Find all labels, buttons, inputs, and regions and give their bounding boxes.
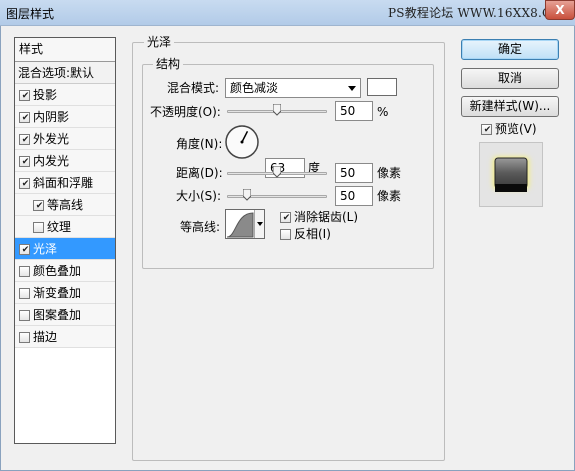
style-item-satin[interactable]: 光泽 xyxy=(15,238,115,260)
angle-input[interactable]: 63 xyxy=(265,158,305,178)
styles-header[interactable]: 样式 xyxy=(15,38,115,62)
angle-label: 角度(N): xyxy=(176,137,223,151)
opacity-slider-thumb[interactable] xyxy=(273,104,281,116)
style-item-stroke[interactable]: 描边 xyxy=(15,326,115,348)
invert-checkbox[interactable] xyxy=(280,229,291,240)
invert-label: 反相(I) xyxy=(294,227,331,241)
style-label: 渐变叠加 xyxy=(33,286,82,300)
style-item-texture[interactable]: 纹理 xyxy=(15,216,115,238)
style-item-inner-glow[interactable]: 内发光 xyxy=(15,150,115,172)
style-item-inner-shadow[interactable]: 内阴影 xyxy=(15,106,115,128)
opacity-unit: % xyxy=(377,105,389,119)
checkbox[interactable] xyxy=(19,156,31,167)
opacity-input[interactable]: 50 xyxy=(335,101,373,121)
distance-unit: 像素 xyxy=(377,166,402,180)
checkbox[interactable] xyxy=(19,134,31,145)
structure-group-title: 结构 xyxy=(153,57,184,71)
checkbox[interactable] xyxy=(33,200,45,211)
new-style-button[interactable]: 新建样式(W)... xyxy=(461,96,559,117)
checkbox[interactable] xyxy=(19,178,31,189)
style-item-gradient-overlay[interactable]: 渐变叠加 xyxy=(15,282,115,304)
style-item-color-overlay[interactable]: 颜色叠加 xyxy=(15,260,115,282)
distance-slider-thumb[interactable] xyxy=(273,166,281,178)
title-bar: 图层样式 PS教程论坛 WWW.16XX8.COM X xyxy=(0,0,575,26)
style-item-contour[interactable]: 等高线 xyxy=(15,194,115,216)
style-label: 内阴影 xyxy=(33,110,70,124)
close-button[interactable]: X xyxy=(545,0,575,20)
contour-label: 等高线: xyxy=(180,220,221,234)
checkbox[interactable] xyxy=(19,90,31,101)
checkbox[interactable] xyxy=(19,244,31,255)
checkbox[interactable] xyxy=(19,112,31,123)
window-title: 图层样式 xyxy=(6,7,55,21)
checkbox[interactable] xyxy=(19,310,30,321)
style-preview xyxy=(479,142,543,207)
blend-mode-label: 混合模式: xyxy=(167,81,220,95)
contour-curve-icon xyxy=(226,212,254,238)
anti-alias-option[interactable]: 消除锯齿(L) xyxy=(280,209,358,225)
checkbox[interactable] xyxy=(19,332,30,343)
style-item-outer-glow[interactable]: 外发光 xyxy=(15,128,115,150)
styles-list: 样式 混合选项:默认 投影 内阴影 外发光 内发光 斜面和浮雕 等高线 纹理 光… xyxy=(14,37,116,444)
size-slider-thumb[interactable] xyxy=(243,189,251,201)
size-unit: 像素 xyxy=(377,189,402,203)
style-label: 纹理 xyxy=(47,220,72,234)
angle-dial[interactable] xyxy=(224,124,260,160)
anti-alias-checkbox[interactable] xyxy=(280,212,292,223)
preview-thumbnail xyxy=(493,157,529,192)
chevron-down-icon[interactable] xyxy=(254,210,264,238)
opacity-label: 不透明度(O): xyxy=(150,105,221,119)
dialog-client: 样式 混合选项:默认 投影 内阴影 外发光 内发光 斜面和浮雕 等高线 纹理 光… xyxy=(0,26,575,471)
style-label: 投影 xyxy=(33,88,58,102)
blend-options-item[interactable]: 混合选项:默认 xyxy=(15,62,115,84)
distance-input[interactable]: 50 xyxy=(335,163,373,183)
size-slider-track[interactable] xyxy=(227,195,327,198)
blend-mode-select[interactable]: 颜色减淡 xyxy=(225,78,361,98)
contour-picker[interactable] xyxy=(225,209,265,239)
style-item-drop-shadow[interactable]: 投影 xyxy=(15,84,115,106)
preview-label: 预览(V) xyxy=(495,122,537,136)
distance-label: 距离(D): xyxy=(176,166,223,180)
checkbox[interactable] xyxy=(19,288,30,299)
satin-group-title: 光泽 xyxy=(144,35,175,49)
style-label: 描边 xyxy=(33,330,58,344)
style-label: 斜面和浮雕 xyxy=(33,176,94,190)
anti-alias-label: 消除锯齿(L) xyxy=(294,210,359,224)
style-item-pattern-overlay[interactable]: 图案叠加 xyxy=(15,304,115,326)
size-label: 大小(S): xyxy=(176,189,222,203)
style-label: 光泽 xyxy=(33,242,58,256)
cancel-button[interactable]: 取消 xyxy=(461,68,559,89)
invert-option[interactable]: 反相(I) xyxy=(280,226,331,242)
checkbox[interactable] xyxy=(19,266,30,277)
style-label: 等高线 xyxy=(47,198,84,212)
preview-checkbox[interactable] xyxy=(481,124,493,135)
satin-color-swatch[interactable] xyxy=(367,78,397,96)
style-label: 颜色叠加 xyxy=(33,264,82,278)
checkbox[interactable] xyxy=(33,222,44,233)
blend-mode-value: 颜色减淡 xyxy=(230,81,279,95)
style-item-bevel-emboss[interactable]: 斜面和浮雕 xyxy=(15,172,115,194)
chevron-down-icon xyxy=(348,86,356,91)
size-input[interactable]: 50 xyxy=(335,186,373,206)
style-label: 图案叠加 xyxy=(33,308,82,322)
preview-option[interactable]: 预览(V) xyxy=(481,121,537,137)
style-label: 外发光 xyxy=(33,132,70,146)
ok-button[interactable]: 确定 xyxy=(461,39,559,60)
style-label: 内发光 xyxy=(33,154,70,168)
